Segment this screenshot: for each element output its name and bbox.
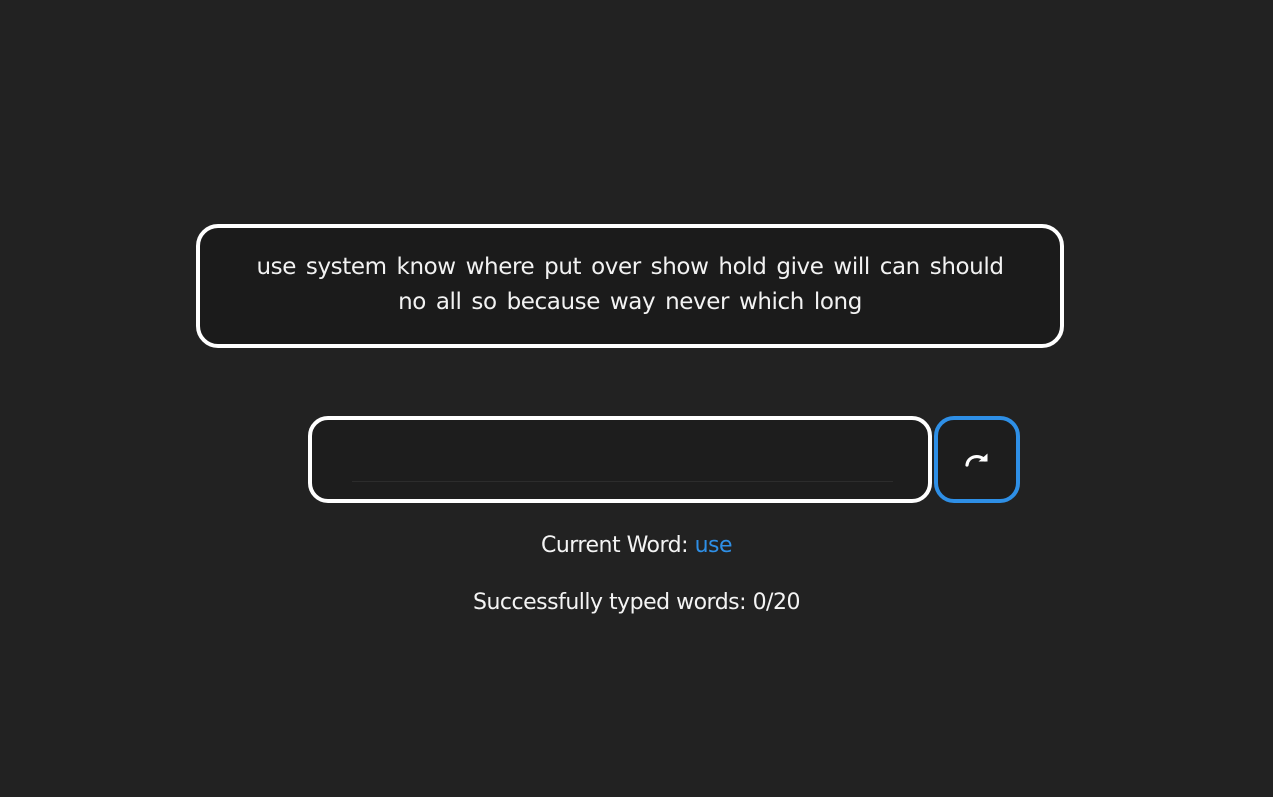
- current-word-line: Current Word: use: [0, 531, 1273, 561]
- typing-input-container: [308, 416, 932, 503]
- typing-input[interactable]: [352, 434, 893, 482]
- typed-words-count: 0/20: [752, 590, 801, 615]
- current-word: use: [694, 533, 733, 558]
- current-word-label: Current Word:: [540, 533, 689, 558]
- redo-arrow-icon: [962, 445, 992, 475]
- typed-words-label: Successfully typed words:: [473, 590, 747, 615]
- words-text: use system know where put over show hold…: [256, 254, 1004, 315]
- reset-button[interactable]: [934, 416, 1020, 503]
- words-panel: use system know where put over show hold…: [196, 224, 1064, 348]
- typing-test-page: use system know where put over show hold…: [0, 0, 1273, 797]
- typed-words-line: Successfully typed words: 0/20: [0, 588, 1273, 618]
